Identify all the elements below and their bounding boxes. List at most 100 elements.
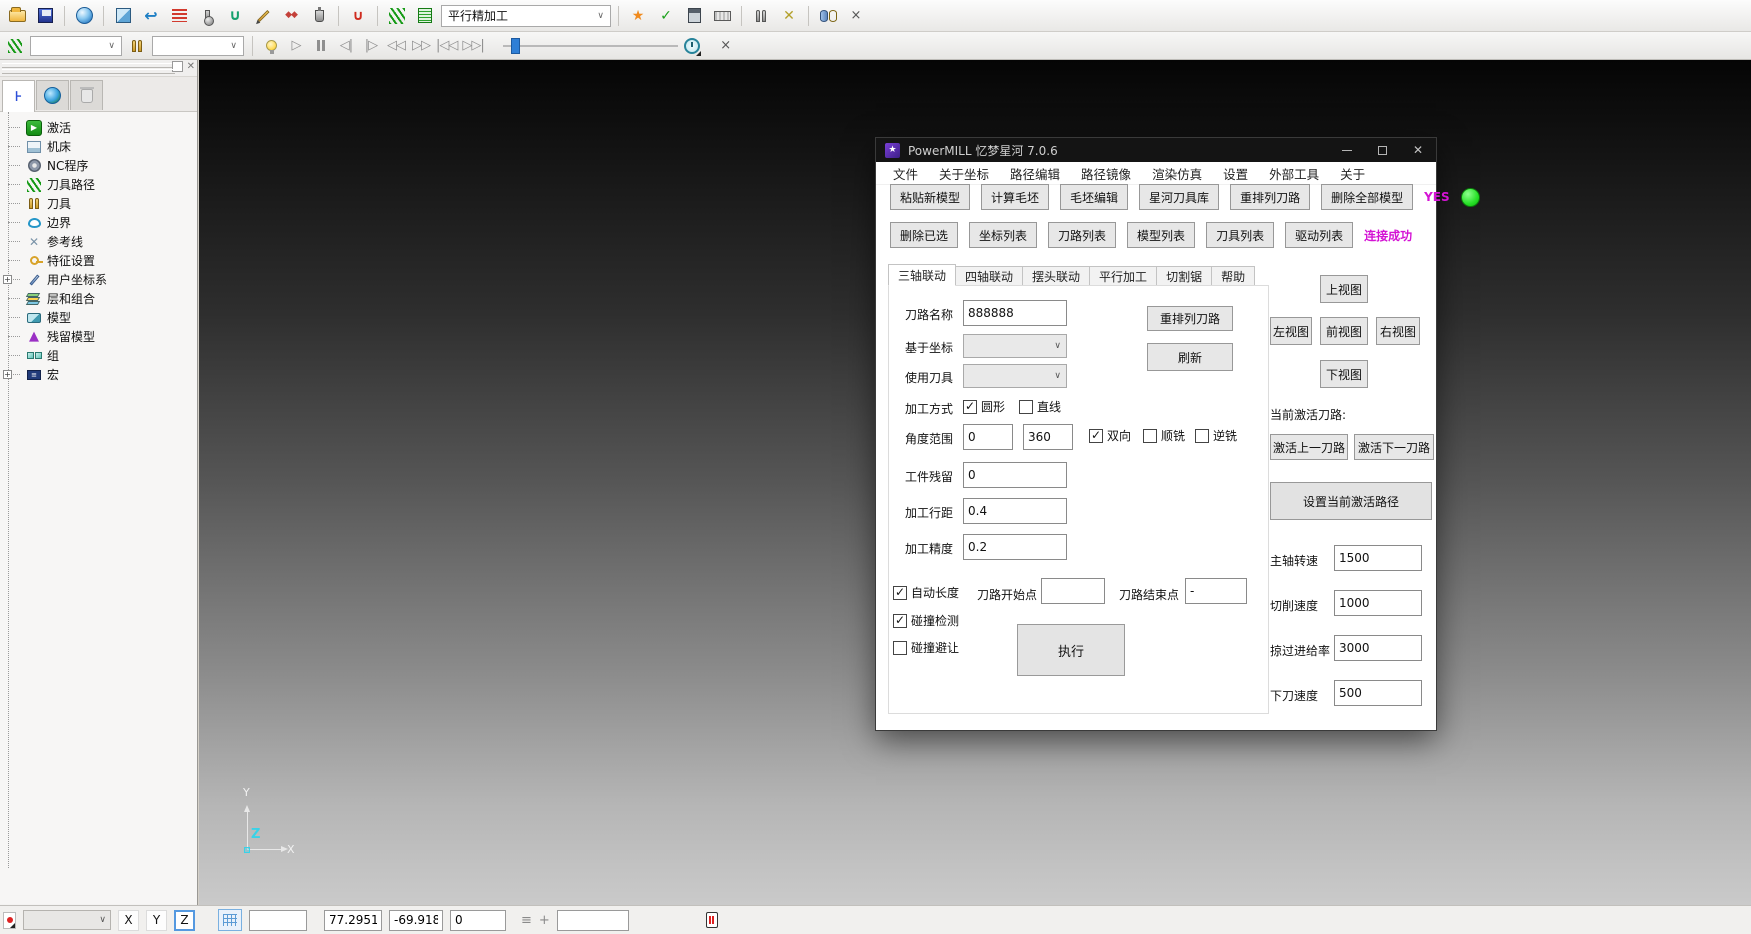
tree-item-pattern[interactable]: ✕参考线	[0, 232, 197, 251]
slider-handle[interactable]	[511, 38, 520, 54]
tree-item-levels[interactable]: 层和组合	[0, 289, 197, 308]
stock-remain-input[interactable]	[963, 462, 1067, 488]
tree-item-macro[interactable]: +≡宏	[0, 365, 197, 384]
tree-item-tools[interactable]: 刀具	[0, 194, 197, 213]
tab-3axis[interactable]: 三轴联动	[888, 264, 956, 286]
expand-icon[interactable]: +	[3, 275, 12, 284]
points-icon[interactable]: ◆◆	[279, 4, 303, 28]
compute-stock-button[interactable]: 计算毛坯	[981, 184, 1049, 210]
step-forward-icon[interactable]: |▷	[361, 36, 381, 56]
step-back-icon[interactable]: ◁|	[336, 36, 356, 56]
toolpath-list-button[interactable]: 刀路列表	[1048, 222, 1116, 248]
fast-forward-icon[interactable]: ▷▷	[411, 36, 431, 56]
collision-avoid-option[interactable]: 碰撞避让	[893, 639, 959, 656]
play-icon[interactable]: ▷	[286, 36, 306, 56]
tree-item-group[interactable]: 组	[0, 346, 197, 365]
set-active-path-button[interactable]: 设置当前激活路径	[1270, 482, 1432, 520]
stock-cylinders-icon[interactable]	[816, 4, 840, 28]
lightbulb-icon[interactable]	[261, 36, 281, 56]
execute-button[interactable]: 执行	[1017, 624, 1125, 676]
tree-item-model[interactable]: 模型	[0, 308, 197, 327]
grid-toggle-button[interactable]	[218, 909, 242, 931]
cutting-feed-input[interactable]	[1334, 590, 1422, 616]
tab-explorer-tree[interactable]: ⊦	[2, 80, 35, 112]
rearrange-toolpath-button[interactable]: 重排列刀路	[1230, 184, 1310, 210]
go-start-icon[interactable]: |◁◁	[436, 36, 457, 56]
block-icon[interactable]	[111, 4, 135, 28]
tab-web-globe[interactable]	[36, 80, 69, 110]
tolerance-input[interactable]	[963, 534, 1067, 560]
connection-pause-icon[interactable]	[706, 912, 718, 928]
tab-recycle-bin[interactable]	[70, 80, 103, 110]
statusbar-combobox[interactable]: ∨	[23, 910, 111, 930]
search-tools-icon[interactable]	[127, 36, 147, 56]
activate-next-path-button[interactable]: 激活下一刀路	[1354, 434, 1434, 460]
coord-list-button[interactable]: 坐标列表	[969, 222, 1037, 248]
transform-arrows-icon[interactable]: ✕	[777, 4, 801, 28]
maximize-icon[interactable]	[1378, 146, 1387, 155]
delete-selected-button[interactable]: 删除已选	[890, 222, 958, 248]
angle-from-input[interactable]	[963, 424, 1013, 450]
plunge-feed-input[interactable]	[1334, 680, 1422, 706]
paste-new-model-button[interactable]: 粘贴新模型	[890, 184, 970, 210]
open-file-icon[interactable]	[5, 4, 29, 28]
view-left-button[interactable]: 左视图	[1270, 317, 1312, 345]
tab-saw[interactable]: 切割锯	[1156, 266, 1212, 286]
drive-list-button[interactable]: 驱动列表	[1285, 222, 1353, 248]
menu-settings[interactable]: 设置	[1223, 164, 1248, 183]
tool-holder-icon[interactable]	[307, 4, 331, 28]
speed-slider[interactable]	[503, 37, 678, 55]
delete-all-models-button[interactable]: 删除全部模型	[1321, 184, 1413, 210]
view-bottom-button[interactable]: 下视图	[1320, 360, 1368, 388]
tool-check-icon[interactable]: ✓	[654, 4, 678, 28]
collision-check-checkbox[interactable]	[893, 614, 907, 628]
tree-item-activate[interactable]: ▶激活	[0, 118, 197, 137]
sphere-tool-icon[interactable]	[72, 4, 96, 28]
auto-length-option[interactable]: 自动长度	[893, 584, 959, 601]
toolbar-close-icon[interactable]: ×	[716, 36, 736, 56]
tree-item-machine[interactable]: 机床	[0, 137, 197, 156]
circle-checkbox[interactable]	[963, 400, 977, 414]
clock-icon[interactable]	[683, 36, 703, 56]
menu-path-mirror[interactable]: 路径镜像	[1081, 164, 1131, 183]
rewind-icon[interactable]: ◁◁	[386, 36, 406, 56]
stepover-input[interactable]	[963, 498, 1067, 524]
menu-path-edit[interactable]: 路径编辑	[1010, 164, 1060, 183]
pause-icon[interactable]	[311, 36, 331, 56]
coord-list-icon[interactable]: ≡	[521, 913, 532, 928]
activate-prev-path-button[interactable]: 激活上一刀路	[1270, 434, 1348, 460]
tab-swivel-head[interactable]: 摆头联动	[1022, 266, 1090, 286]
skim-feed-input[interactable]	[1334, 635, 1422, 661]
axis-z-button[interactable]: Z	[174, 910, 195, 931]
panel-float-icon[interactable]	[172, 61, 183, 72]
view-right-button[interactable]: 右视图	[1376, 317, 1420, 345]
view-front-button[interactable]: 前视图	[1320, 317, 1368, 345]
expand-icon[interactable]: +	[3, 370, 12, 379]
strategy-list-icon[interactable]	[413, 4, 437, 28]
auto-length-checkbox[interactable]	[893, 586, 907, 600]
climb-mill-option[interactable]: 顺铣	[1143, 427, 1185, 444]
both-direction-checkbox[interactable]	[1089, 429, 1103, 443]
go-end-icon[interactable]: ▷▷|	[462, 36, 483, 56]
spindle-speed-input[interactable]	[1334, 545, 1422, 571]
snap-crosshair-icon[interactable]: +	[539, 913, 550, 928]
tab-help[interactable]: 帮助	[1211, 266, 1255, 286]
menu-render-sim[interactable]: 渲染仿真	[1152, 164, 1202, 183]
mode-line-option[interactable]: 直线	[1019, 398, 1061, 415]
axis-x-button[interactable]: X	[118, 910, 139, 931]
tree-item-nc-program[interactable]: NC程序	[0, 156, 197, 175]
rearrange-button[interactable]: 重排列刀路	[1147, 306, 1233, 331]
grid-size-input[interactable]	[249, 910, 307, 931]
toolpath-arrow-icon[interactable]: ↩	[139, 4, 163, 28]
ruler-icon[interactable]	[710, 4, 734, 28]
collision-avoid-checkbox[interactable]	[893, 641, 907, 655]
calculator-icon[interactable]	[682, 4, 706, 28]
menu-about[interactable]: 关于	[1340, 164, 1365, 183]
tool-list-button[interactable]: 刀具列表	[1206, 222, 1274, 248]
tab-4axis[interactable]: 四轴联动	[955, 266, 1023, 286]
model-list-button[interactable]: 模型列表	[1127, 222, 1195, 248]
view-top-button[interactable]: 上视图	[1320, 275, 1368, 303]
tree-item-toolpath[interactable]: 刀具路径	[0, 175, 197, 194]
toolpath-name-input[interactable]	[963, 300, 1067, 326]
strategy-combobox[interactable]: 平行精加工 ∨	[441, 5, 611, 27]
